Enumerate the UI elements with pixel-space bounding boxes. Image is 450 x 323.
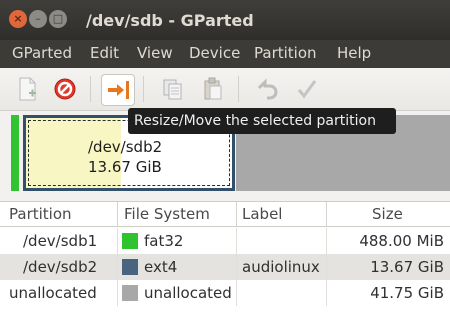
menu-partition[interactable]: Partition: [254, 44, 317, 62]
menu-bar: GParted Edit View Device Partition Help: [0, 40, 450, 68]
toolbar: [0, 68, 450, 111]
cell-filesystem: ext4: [144, 258, 178, 276]
column-header-partition[interactable]: Partition: [9, 205, 72, 223]
cell-size: 41.75 GiB: [370, 284, 444, 302]
filesystem-color-swatch: [122, 285, 138, 301]
column-separator: [117, 254, 118, 280]
cell-size: 488.00 MiB: [359, 232, 444, 250]
close-window-button[interactable]: ×: [9, 10, 27, 28]
toolbar-separator: [143, 76, 144, 102]
undo-icon: [257, 78, 278, 100]
new-partition-icon: [19, 77, 36, 101]
cell-partition: /dev/sdb2: [23, 258, 98, 276]
menu-device[interactable]: Device: [189, 44, 240, 62]
partition-block-size: 13.67 GiB: [88, 158, 162, 176]
apply-icon: [297, 80, 317, 99]
column-separator: [326, 280, 327, 306]
filesystem-color-swatch: [122, 233, 138, 249]
column-separator: [117, 280, 118, 306]
column-separator: [236, 280, 237, 306]
column-separator: [117, 228, 118, 254]
toolbar-separator: [90, 76, 91, 102]
copy-icon: [163, 79, 182, 100]
undo-button[interactable]: [250, 74, 282, 104]
cell-partition: unallocated: [9, 284, 97, 302]
delete-partition-button[interactable]: [48, 74, 80, 104]
menu-gparted[interactable]: GParted: [12, 44, 72, 62]
table-row[interactable]: /dev/sdb1 fat32 488.00 MiB: [0, 228, 450, 254]
column-separator: [236, 228, 237, 254]
minimize-window-button[interactable]: –: [29, 10, 47, 28]
menu-view[interactable]: View: [137, 44, 173, 62]
table-row[interactable]: unallocated unallocated 41.75 GiB: [0, 280, 450, 306]
title-bar: × – □ /dev/sdb - GParted: [0, 0, 450, 40]
column-separator: [326, 254, 327, 280]
cell-partition: /dev/sdb1: [23, 232, 98, 250]
copy-button[interactable]: [156, 74, 188, 104]
paste-icon: [204, 77, 222, 100]
menu-help[interactable]: Help: [337, 44, 371, 62]
cell-filesystem: fat32: [144, 232, 184, 250]
new-partition-button[interactable]: [10, 74, 42, 104]
apply-button[interactable]: [291, 74, 323, 104]
column-separator: [326, 228, 327, 254]
column-separator: [326, 202, 327, 226]
column-separator: [117, 202, 118, 226]
resize-move-icon: [108, 81, 129, 99]
column-header-label[interactable]: Label: [242, 205, 282, 223]
partition-sdb1-block[interactable]: [11, 115, 19, 191]
window-title: /dev/sdb - GParted: [86, 11, 254, 30]
column-header-size[interactable]: Size: [372, 205, 403, 223]
paste-button[interactable]: [196, 74, 228, 104]
column-header-filesystem[interactable]: File System: [124, 205, 210, 223]
cell-filesystem: unallocated: [144, 284, 232, 302]
column-separator: [236, 254, 237, 280]
filesystem-color-swatch: [122, 259, 138, 275]
table-row[interactable]: /dev/sdb2 ext4 audiolinux 13.67 GiB: [0, 254, 450, 280]
maximize-window-button[interactable]: □: [49, 10, 67, 28]
tooltip: Resize/Move the selected partition: [128, 108, 396, 134]
cell-size: 13.67 GiB: [370, 258, 444, 276]
menu-edit[interactable]: Edit: [90, 44, 119, 62]
cell-label: audiolinux: [242, 258, 320, 276]
toolbar-separator: [238, 76, 239, 102]
table-header: Partition File System Label Size: [0, 201, 450, 227]
partition-block-name: /dev/sdb2: [88, 138, 163, 156]
column-separator: [236, 202, 237, 226]
resize-move-button[interactable]: [101, 74, 135, 106]
delete-icon: [54, 78, 76, 100]
